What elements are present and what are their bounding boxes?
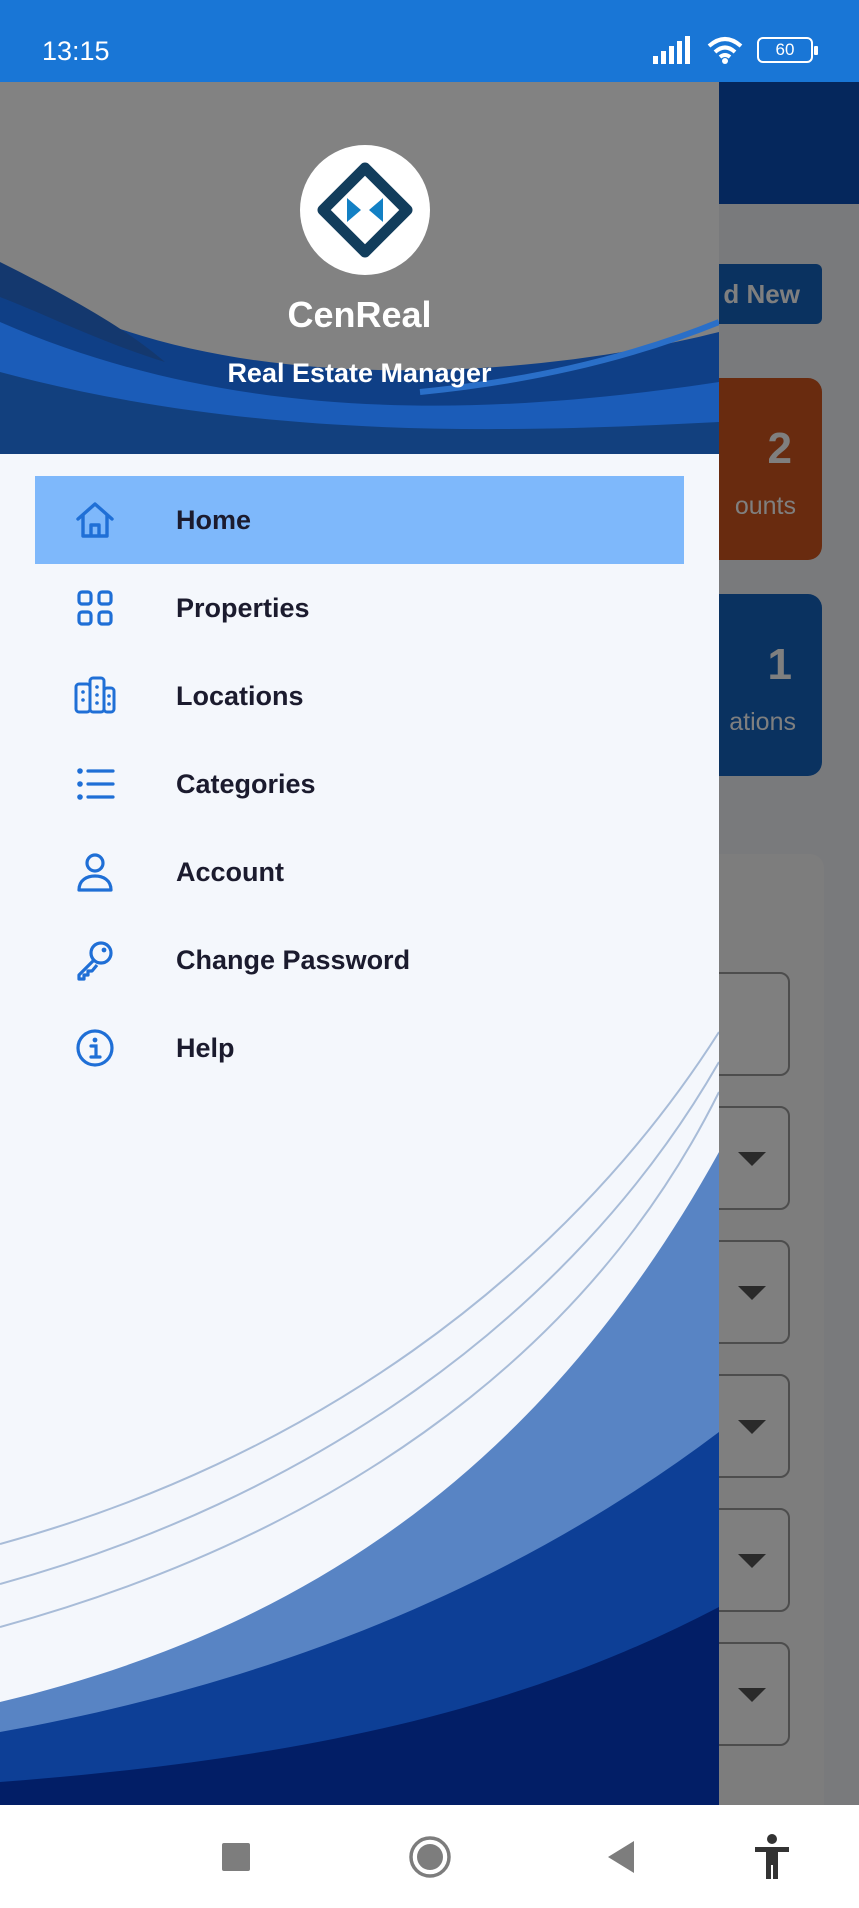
info-icon <box>76 1029 114 1067</box>
app-logo <box>300 145 430 275</box>
drawer-item-properties[interactable]: Properties <box>35 564 684 652</box>
signal-icon <box>653 36 690 64</box>
drawer-header: CenReal Real Estate Manager <box>0 82 719 454</box>
drawer-item-label: Home <box>176 504 252 535</box>
status-bar: 13:15 60 <box>0 0 859 82</box>
app-subtitle: Real Estate Manager <box>227 358 492 388</box>
grid-icon <box>77 590 113 626</box>
drawer-menu: Home Properties Locations Categories Acc… <box>35 476 684 1092</box>
drawer-item-label: Change Password <box>176 944 411 975</box>
recents-icon[interactable] <box>220 1841 252 1873</box>
cenreal-logo-icon <box>317 162 413 258</box>
drawer-item-locations[interactable]: Locations <box>35 652 684 740</box>
navigation-drawer: CenReal Real Estate Manager Home Propert… <box>0 82 719 1805</box>
key-icon <box>77 941 113 981</box>
home-circle-icon[interactable] <box>408 1835 452 1879</box>
drawer-item-home[interactable]: Home <box>35 476 684 564</box>
buildings-icon <box>74 676 116 714</box>
drawer-item-label: Properties <box>176 592 310 623</box>
app-name: CenReal <box>287 294 432 335</box>
battery-level: 60 <box>775 40 795 59</box>
drawer-item-help[interactable]: Help <box>35 1004 684 1092</box>
drawer-item-label: Account <box>176 856 284 887</box>
system-nav-bar <box>0 1805 859 1908</box>
status-time: 13:15 <box>42 36 110 66</box>
home-icon <box>76 502 114 538</box>
user-icon <box>77 853 113 892</box>
drawer-item-account[interactable]: Account <box>35 828 684 916</box>
status-icons: 60 <box>653 36 818 64</box>
drawer-item-label: Categories <box>176 768 316 799</box>
drawer-item-label: Locations <box>176 680 304 711</box>
back-icon[interactable] <box>604 1839 638 1875</box>
drawer-item-label: Help <box>176 1032 235 1063</box>
list-icon <box>77 768 115 800</box>
accessibility-icon[interactable] <box>752 1833 792 1881</box>
wifi-icon <box>707 37 743 64</box>
drawer-item-change-password[interactable]: Change Password <box>35 916 684 1004</box>
battery-icon: 60 <box>757 37 818 63</box>
drawer-item-categories[interactable]: Categories <box>35 740 684 828</box>
